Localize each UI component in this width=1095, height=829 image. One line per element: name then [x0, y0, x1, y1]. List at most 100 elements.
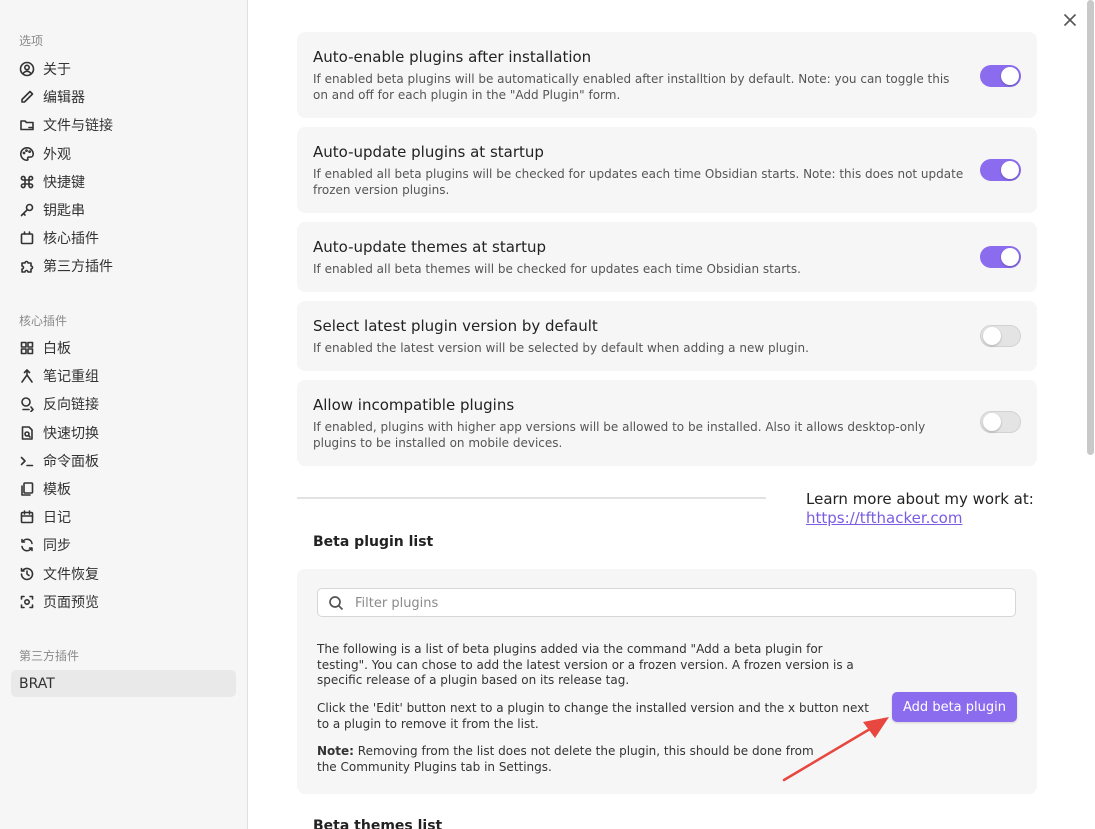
- settings-sidebar: 选项 关于 编辑器 文件与链接 外观 快捷键 钥匙串 核心插件 第三方插件 核心…: [0, 0, 248, 829]
- setting-title: Auto-enable plugins after installation: [313, 48, 592, 66]
- toggle-knob: [1001, 67, 1019, 85]
- toggle-knob: [983, 413, 1001, 431]
- sidebar-item-label: 编辑器: [43, 89, 85, 106]
- sidebar-item-label: 白板: [43, 340, 71, 357]
- sidebar-item-label: 文件恢复: [43, 566, 99, 583]
- auto-enable-toggle[interactable]: [980, 65, 1021, 87]
- history-icon: [19, 566, 35, 582]
- sidebar-item-files-links[interactable]: 文件与链接: [11, 111, 236, 138]
- learn-more-text: Learn more about my work at:: [806, 490, 1034, 508]
- sidebar-item-hotkeys[interactable]: 快捷键: [11, 168, 236, 195]
- sidebar-item-community-plugins[interactable]: 第三方插件: [11, 252, 236, 279]
- filter-plugins-input[interactable]: [353, 589, 1007, 618]
- setting-auto-enable: Auto-enable plugins after installation I…: [297, 32, 1037, 118]
- sidebar-item-label: 关于: [43, 61, 71, 78]
- setting-title: Select latest plugin version by default: [313, 317, 598, 335]
- plugin-list-note: Note: Removing from the list does not de…: [317, 744, 837, 775]
- quick-switch-icon: [19, 425, 35, 441]
- search-icon: [329, 596, 344, 611]
- beta-themes-list-heading: Beta themes list: [313, 818, 443, 829]
- note-label: Note:: [317, 744, 354, 758]
- setting-description: If enabled all beta plugins will be chec…: [313, 167, 964, 197]
- palette-icon: [19, 146, 35, 162]
- setting-description: If enabled beta plugins will be automati…: [313, 72, 950, 102]
- sidebar-item-label: 日记: [43, 509, 71, 526]
- learn-more-link[interactable]: https://tfthacker.com: [806, 509, 962, 527]
- sidebar-item-editor[interactable]: 编辑器: [11, 83, 236, 110]
- sidebar-item-sync[interactable]: 同步: [11, 531, 236, 558]
- toggle-knob: [1001, 161, 1019, 179]
- sidebar-item-core-plugins[interactable]: 核心插件: [11, 224, 236, 251]
- calendar-icon: [19, 509, 35, 525]
- sidebar-item-label: 模板: [43, 481, 71, 498]
- sidebar-item-file-recovery[interactable]: 文件恢复: [11, 560, 236, 587]
- setting-title: Auto-update themes at startup: [313, 238, 546, 256]
- command-icon: [19, 174, 35, 190]
- sidebar-item-label: 反向链接: [43, 396, 99, 413]
- sidebar-item-label: 笔记重组: [43, 368, 99, 385]
- setting-auto-update-themes: Auto-update themes at startup If enabled…: [297, 222, 1037, 292]
- plug-box-icon: [19, 230, 35, 246]
- sidebar-item-backlinks[interactable]: 反向链接: [11, 390, 236, 417]
- sidebar-item-templates[interactable]: 模板: [11, 475, 236, 502]
- beta-plugin-list-card: The following is a list of beta plugins …: [297, 569, 1037, 794]
- setting-allow-incompatible: Allow incompatible plugins If enabled, p…: [297, 380, 1037, 466]
- auto-update-themes-toggle[interactable]: [980, 246, 1021, 268]
- note-text: Removing from the list does not delete t…: [317, 744, 814, 774]
- sidebar-item-about[interactable]: 关于: [11, 55, 236, 82]
- merge-icon: [19, 368, 35, 384]
- sidebar-item-brat[interactable]: BRAT: [11, 670, 236, 697]
- sidebar-item-label: 快捷键: [43, 174, 85, 191]
- sidebar-item-label: 同步: [43, 537, 71, 554]
- sidebar-item-label: 外观: [43, 146, 71, 163]
- sidebar-item-page-preview[interactable]: 页面预览: [11, 588, 236, 615]
- sidebar-item-label: 第三方插件: [43, 258, 113, 275]
- setting-description: If enabled all beta themes will be check…: [313, 262, 801, 276]
- sidebar-item-label: 文件与链接: [43, 117, 113, 134]
- backlink-icon: [19, 396, 35, 412]
- sidebar-item-label: 核心插件: [43, 230, 99, 247]
- terminal-icon: [19, 453, 35, 469]
- sidebar-item-keychain[interactable]: 钥匙串: [11, 196, 236, 223]
- setting-title: Auto-update plugins at startup: [313, 143, 544, 161]
- toggle-knob: [983, 327, 1001, 345]
- sidebar-item-label: BRAT: [19, 675, 55, 692]
- plugin-list-description: The following is a list of beta plugins …: [317, 642, 854, 687]
- pencil-icon: [19, 89, 35, 105]
- key-icon: [19, 202, 35, 218]
- section-title-core: 核心插件: [19, 314, 68, 328]
- auto-update-plugins-toggle[interactable]: [980, 159, 1021, 181]
- scrollbar-thumb[interactable]: [1087, 0, 1094, 455]
- close-button[interactable]: [1059, 9, 1081, 31]
- folder-link-icon: [19, 117, 35, 133]
- puzzle-icon: [19, 258, 35, 274]
- setting-description: If enabled, plugins with higher app vers…: [313, 420, 926, 450]
- section-title-third-party: 第三方插件: [19, 649, 80, 663]
- sidebar-item-canvas[interactable]: 白板: [11, 334, 236, 361]
- sync-icon: [19, 537, 35, 553]
- sidebar-item-label: 钥匙串: [43, 202, 85, 219]
- section-title-options: 选项: [19, 34, 44, 48]
- preview-icon: [19, 594, 35, 610]
- sidebar-item-command-palette[interactable]: 命令面板: [11, 447, 236, 474]
- close-icon: [1063, 13, 1077, 27]
- toggle-knob: [1001, 248, 1019, 266]
- settings-content: Auto-enable plugins after installation I…: [249, 0, 1095, 829]
- setting-select-latest: Select latest plugin version by default …: [297, 301, 1037, 371]
- sidebar-item-note-composer[interactable]: 笔记重组: [11, 362, 236, 389]
- filter-plugins-box[interactable]: [317, 588, 1016, 618]
- annotation-arrow: [782, 717, 889, 782]
- sidebar-item-label: 命令面板: [43, 453, 99, 470]
- template-icon: [19, 481, 35, 497]
- select-latest-toggle[interactable]: [980, 325, 1021, 347]
- sidebar-item-label: 页面预览: [43, 594, 99, 611]
- allow-incompatible-toggle[interactable]: [980, 411, 1021, 433]
- sidebar-item-quick-switcher[interactable]: 快速切换: [11, 419, 236, 446]
- add-beta-plugin-button[interactable]: Add beta plugin: [892, 692, 1017, 722]
- grid-icon: [19, 340, 35, 356]
- beta-plugin-list-heading: Beta plugin list: [313, 534, 434, 550]
- sidebar-item-daily-notes[interactable]: 日记: [11, 503, 236, 530]
- setting-title: Allow incompatible plugins: [313, 396, 515, 414]
- user-circle-icon: [19, 61, 35, 77]
- sidebar-item-appearance[interactable]: 外观: [11, 140, 236, 167]
